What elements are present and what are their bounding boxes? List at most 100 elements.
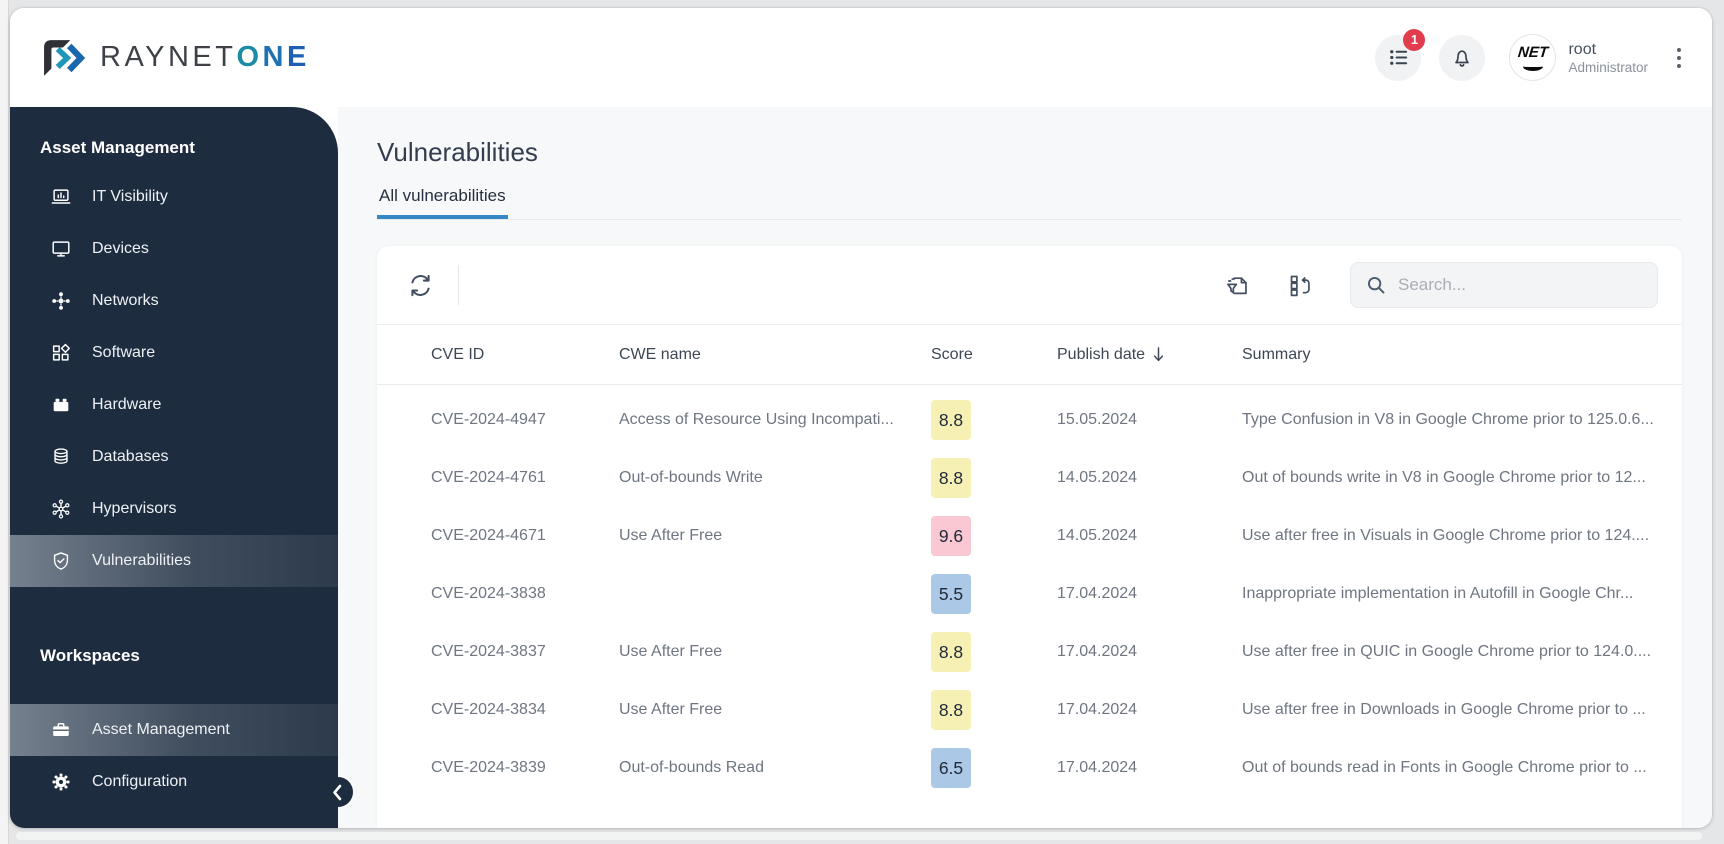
- table-row[interactable]: CVE-2024-3839 Out-of-bounds Read 6.5 17.…: [377, 739, 1682, 797]
- brick-icon: [50, 394, 72, 416]
- table-row[interactable]: CVE-2024-3834 Use After Free 8.8 17.04.2…: [377, 681, 1682, 739]
- notifications-button[interactable]: [1439, 34, 1486, 81]
- column-header-summary[interactable]: Summary: [1242, 346, 1682, 364]
- cell-summary: Use after free in Visuals in Google Chro…: [1242, 527, 1650, 544]
- cell-score: 6.5: [931, 748, 1057, 788]
- raynet-logomark-icon: [44, 39, 86, 76]
- refresh-button[interactable]: [407, 272, 434, 299]
- cell-score: 8.8: [931, 632, 1057, 672]
- sidebar-item-configuration[interactable]: Configuration: [10, 756, 338, 808]
- sort-descending-icon: [1153, 347, 1164, 362]
- app-window: RAYNETONE 1 NET root Administrator Asset…: [10, 8, 1712, 828]
- sidebar-navigation: Asset Management IT Visibility Devices N…: [10, 107, 353, 828]
- user-role: Administrator: [1568, 59, 1648, 75]
- search-icon: [1367, 276, 1385, 294]
- sidebar-item-it-visibility[interactable]: IT Visibility: [10, 171, 338, 223]
- column-chooser-button[interactable]: [1287, 272, 1314, 299]
- sidebar-item-devices[interactable]: Devices: [10, 223, 338, 275]
- cell-publish-date: 17.04.2024: [1057, 643, 1138, 660]
- window-edge: [0, 0, 9, 844]
- column-header-score[interactable]: Score: [931, 346, 1057, 364]
- user-avatar: NET: [1509, 34, 1557, 81]
- score-badge: 8.8: [931, 690, 971, 730]
- more-options-button[interactable]: [1676, 46, 1682, 70]
- notification-count-badge: 1: [1403, 28, 1426, 51]
- vulnerabilities-table-card: CVE ID CWE name Score Publish date Summa…: [377, 246, 1682, 828]
- sidebar-item-label: Hardware: [92, 396, 162, 413]
- sidebar-item-label: Software: [92, 344, 156, 361]
- user-menu[interactable]: NET root Administrator: [1509, 34, 1648, 81]
- refresh-icon: [411, 274, 430, 296]
- table-row[interactable]: CVE-2024-4671 Use After Free 9.6 14.05.2…: [377, 507, 1682, 565]
- database-icon: [50, 446, 72, 468]
- cell-cwe-name: Use After Free: [619, 643, 723, 660]
- page-title: Vulnerabilities: [377, 137, 538, 167]
- cell-summary: Type Confusion in V8 in Google Chrome pr…: [1242, 411, 1654, 428]
- monitor-icon: [50, 238, 72, 260]
- column-chooser-icon: [1290, 275, 1310, 296]
- cell-summary: Use after free in Downloads in Google Ch…: [1242, 701, 1646, 718]
- cell-cve-id: CVE-2024-4947: [431, 411, 546, 428]
- cell-cve-id: CVE-2024-3837: [431, 643, 546, 660]
- cell-publish-date: 14.05.2024: [1057, 469, 1138, 486]
- cell-publish-date: 15.05.2024: [1057, 411, 1138, 428]
- score-badge: 9.6: [931, 516, 971, 556]
- column-header-cve-id[interactable]: CVE ID: [431, 346, 619, 364]
- cell-score: 8.8: [931, 690, 1057, 730]
- sidebar-section-title: Workspaces: [40, 646, 140, 665]
- kebab-menu-icon: [1677, 47, 1681, 68]
- export-filter-icon: [1227, 276, 1247, 294]
- cell-cve-id: CVE-2024-4761: [431, 469, 546, 486]
- horizontal-scrollbar[interactable]: [16, 832, 1702, 840]
- toolbar-divider: [458, 265, 459, 305]
- sidebar-item-label: Configuration: [92, 773, 188, 790]
- sidebar-item-software[interactable]: Software: [10, 327, 338, 379]
- raynet-one-logo[interactable]: RAYNETONE: [40, 37, 310, 79]
- asterisk-nodes-icon: [50, 498, 72, 520]
- cell-cwe-name: Use After Free: [619, 701, 723, 718]
- task-list-icon: [1390, 50, 1408, 65]
- table-row[interactable]: CVE-2024-3837 Use After Free 8.8 17.04.2…: [377, 623, 1682, 681]
- score-badge: 6.5: [931, 748, 971, 788]
- software-boxes-icon: [50, 342, 72, 364]
- main-content: Vulnerabilities All vulnerabilities Sear…: [338, 107, 1712, 828]
- sidebar-collapse-button[interactable]: [323, 777, 353, 807]
- search-input[interactable]: [1398, 275, 1643, 295]
- screen: RAYNETONE 1 NET root Administrator Asset…: [0, 0, 1724, 844]
- cell-summary: Use after free in QUIC in Google Chrome …: [1242, 643, 1652, 660]
- briefcase-icon: [50, 719, 72, 741]
- sidebar-item-hypervisors[interactable]: Hypervisors: [10, 483, 338, 535]
- gear-icon: [50, 771, 72, 793]
- tab-all-vulnerabilities[interactable]: All vulnerabilities: [377, 186, 508, 219]
- table-body: CVE-2024-4947 Access of Resource Using I…: [377, 385, 1682, 797]
- cell-summary: Inappropriate implementation in Autofill…: [1242, 585, 1634, 602]
- cell-summary: Out of bounds write in V8 in Google Chro…: [1242, 469, 1646, 486]
- cell-score: 5.5: [931, 574, 1057, 614]
- cell-publish-date: 14.05.2024: [1057, 527, 1138, 544]
- sidebar-item-vulnerabilities[interactable]: Vulnerabilities: [10, 535, 338, 587]
- column-header-publish-date[interactable]: Publish date: [1057, 346, 1242, 364]
- chevron-left-icon: [333, 784, 342, 801]
- column-header-cwe-name[interactable]: CWE name: [619, 346, 931, 364]
- sidebar-item-networks[interactable]: Networks: [10, 275, 338, 327]
- user-name: root: [1568, 40, 1597, 58]
- score-badge: 5.5: [931, 574, 971, 614]
- brand-wordmark: RAYNETONE: [100, 41, 310, 73]
- table-row[interactable]: CVE-2024-4947 Access of Resource Using I…: [377, 391, 1682, 449]
- sidebar-item-asset-management[interactable]: Asset Management: [10, 704, 338, 756]
- cell-publish-date: 17.04.2024: [1057, 701, 1138, 718]
- sidebar-item-hardware[interactable]: Hardware: [10, 379, 338, 431]
- sidebar-item-label: Devices: [92, 240, 149, 257]
- cell-publish-date: 17.04.2024: [1057, 585, 1138, 602]
- table-row[interactable]: CVE-2024-3838 5.5 17.04.2024 Inappropria…: [377, 565, 1682, 623]
- search-box: [1350, 262, 1658, 308]
- export-filtered-button[interactable]: [1224, 272, 1251, 299]
- sidebar-item-label: Networks: [92, 292, 159, 309]
- sidebar-item-databases[interactable]: Databases: [10, 431, 338, 483]
- table-header-row: CVE ID CWE name Score Publish date Summa…: [377, 325, 1682, 385]
- table-row[interactable]: CVE-2024-4761 Out-of-bounds Write 8.8 14…: [377, 449, 1682, 507]
- task-list-button[interactable]: 1: [1375, 28, 1426, 81]
- sidebar-item-label: Databases: [92, 448, 169, 465]
- cell-cwe-name: Use After Free: [619, 527, 723, 544]
- cell-cve-id: CVE-2024-3834: [431, 701, 546, 718]
